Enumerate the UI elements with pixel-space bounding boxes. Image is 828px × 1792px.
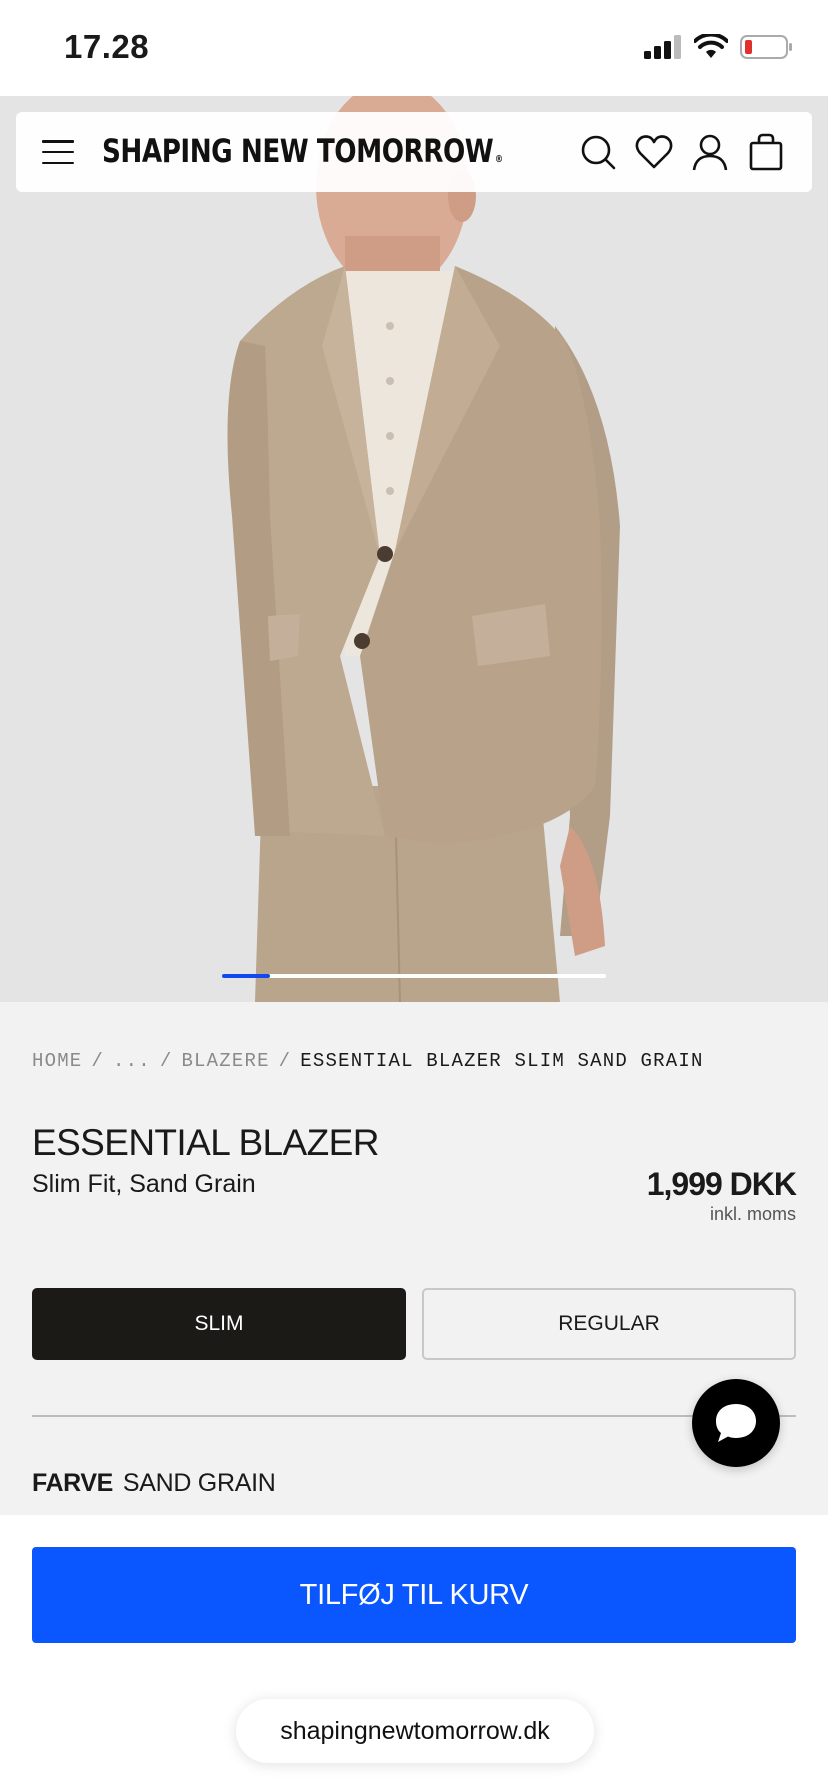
- color-value: SAND GRAIN: [122, 1469, 276, 1497]
- breadcrumb-blazere[interactable]: BLAZERE: [181, 1050, 269, 1072]
- product-image[interactable]: [0, 96, 828, 1002]
- bottom-bar: TILFØJ TIL KURV shapingnewtomorrow.dk: [0, 1515, 828, 1792]
- registered-mark: ®: [494, 154, 503, 165]
- gallery-progress-fill: [222, 974, 270, 978]
- breadcrumb-separator: /: [159, 1050, 173, 1072]
- price-vat-note: inkl. moms: [709, 1204, 796, 1224]
- chat-bubble-icon: [716, 1404, 756, 1442]
- fit-regular-button[interactable]: REGULAR: [422, 1288, 796, 1360]
- battery-low-icon: [740, 35, 792, 59]
- cellular-signal-icon: [644, 35, 681, 59]
- breadcrumb-ellipsis[interactable]: ...: [113, 1050, 151, 1072]
- product-subtitle: Slim Fit, Sand Grain: [32, 1170, 256, 1198]
- status-bar: 17.28: [0, 0, 828, 96]
- brand-logo-text: SHAPING NEW TOMORROW: [102, 132, 494, 170]
- gallery-progress: [222, 974, 606, 978]
- chat-button[interactable]: [692, 1379, 780, 1467]
- heart-icon[interactable]: [634, 132, 674, 172]
- search-icon[interactable]: [578, 132, 618, 172]
- color-row: FARVE SAND GRAIN: [32, 1469, 276, 1498]
- product-title: ESSENTIAL BLAZER: [32, 1122, 379, 1163]
- menu-icon[interactable]: [40, 136, 76, 168]
- add-to-cart-button[interactable]: TILFØJ TIL KURV: [32, 1547, 796, 1643]
- color-label: FARVE: [32, 1469, 113, 1497]
- divider: [32, 1415, 796, 1417]
- status-icons: [644, 34, 794, 60]
- status-time: 17.28: [64, 28, 150, 65]
- wifi-icon: [694, 34, 728, 58]
- product-price: 1,999 DKK: [646, 1166, 797, 1202]
- breadcrumb-current: ESSENTIAL BLAZER SLIM SAND GRAIN: [300, 1050, 704, 1072]
- brand-logo[interactable]: SHAPING NEW TOMORROW ®: [102, 132, 503, 170]
- breadcrumb-home[interactable]: HOME: [32, 1050, 82, 1072]
- fit-slim-button[interactable]: SLIM: [32, 1288, 406, 1360]
- account-icon[interactable]: [690, 132, 730, 172]
- breadcrumb-separator: /: [91, 1050, 105, 1072]
- breadcrumb-separator: /: [278, 1050, 292, 1072]
- site-header: SHAPING NEW TOMORROW ®: [16, 112, 812, 192]
- browser-url-bar[interactable]: shapingnewtomorrow.dk: [236, 1699, 594, 1763]
- bag-icon[interactable]: [746, 132, 786, 172]
- breadcrumb: HOME /... / BLAZERE / ESSENTIAL BLAZER SLIM S…: [32, 1050, 704, 1072]
- product-photo-illustration: [0, 96, 828, 1002]
